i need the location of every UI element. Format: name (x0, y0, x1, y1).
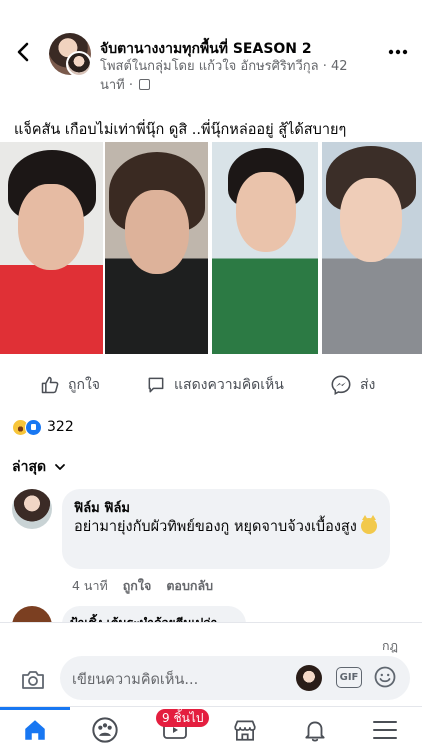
gif-button[interactable]: GIF (336, 667, 362, 688)
cat-emoji-icon (361, 515, 378, 534)
post-actions: ถูกใจ แสดงความคิดเห็น ส่ง (0, 370, 422, 400)
comment-placeholder: เขียนความคิดเห็น... (72, 672, 199, 688)
comment-reply-button[interactable]: ตอบกลับ (166, 576, 213, 596)
nav-marketplace[interactable] (210, 707, 280, 751)
like-reaction-icon (25, 418, 42, 436)
commenter-avatar[interactable] (12, 489, 52, 529)
nav-notifications[interactable] (280, 707, 350, 751)
post-meta: โพสต์ในกลุ่มโดย แก้วใจ อักษรศิริทวีกุล ·… (100, 59, 348, 93)
reaction-count: 322 (47, 419, 74, 435)
author-name[interactable]: แก้วใจ อักษรศิริทวีกุล (199, 59, 319, 74)
composer-corner-text: กฎ (382, 638, 398, 653)
comment-label: แสดงความคิดเห็น (174, 377, 284, 393)
bell-icon (305, 720, 325, 741)
post-photo[interactable] (0, 142, 103, 354)
like-button[interactable]: ถูกใจ (40, 370, 100, 400)
thumbs-up-icon (41, 376, 59, 394)
messenger-icon (331, 375, 351, 396)
notification-badge: 9 ชิ้นไป (156, 709, 210, 727)
privacy-icon (139, 79, 151, 90)
back-arrow-icon[interactable] (12, 40, 36, 64)
share-label: ส่ง (360, 377, 376, 393)
camera-icon[interactable] (20, 668, 46, 692)
nav-menu[interactable] (350, 707, 420, 751)
comment-sort-selector[interactable]: ล่าสุด (12, 456, 66, 478)
comment-time: 4 นาที (72, 578, 108, 593)
comment-button[interactable]: แสดงความคิดเห็น (146, 370, 284, 400)
post-photo[interactable] (322, 142, 422, 354)
menu-icon (373, 720, 397, 739)
comment-icon (148, 377, 164, 393)
post-photo[interactable] (105, 142, 208, 354)
author-avatar[interactable] (66, 51, 92, 77)
comment-like-button[interactable]: ถูกใจ (123, 576, 152, 596)
comment-body: อย่ามายุ่งกับผัวทิพย์ของกู หยุดจาบจ้วงเบ… (74, 519, 357, 535)
reaction-summary[interactable]: 322 (12, 417, 74, 437)
post-header: จับตานางงามทุกพื้นที่ SEASON 2 โพสต์ในกล… (0, 0, 422, 104)
nav-home[interactable] (0, 707, 70, 751)
chevron-down-icon (55, 464, 65, 470)
sort-label: ล่าสุด (12, 459, 47, 475)
meta-prefix: โพสต์ในกลุ่มโดย (100, 59, 195, 74)
comment-meta: 4 นาที ถูกใจ ตอบกลับ (72, 576, 213, 596)
like-label: ถูกใจ (68, 377, 100, 393)
avatar-sticker-icon[interactable] (296, 665, 322, 691)
share-button[interactable]: ส่ง (330, 370, 375, 400)
marketplace-icon (234, 719, 256, 741)
post-text: แจ็คสัน เกือบไม่เท่าพี่นุ๊ก ดูสิ ..พี่นุ… (14, 122, 347, 138)
more-dots-icon[interactable] (386, 40, 410, 64)
bottom-nav: 9 ชิ้นไป (0, 706, 422, 751)
groups-icon (92, 716, 118, 743)
home-icon (25, 719, 45, 740)
photo-grid[interactable] (0, 142, 422, 354)
comment-text: อย่ามายุ่งกับผัวทิพย์ของกู หยุดจาบจ้วงเบ… (74, 515, 384, 539)
comment-input[interactable]: เขียนความคิดเห็น... GIF (60, 656, 410, 700)
comment-composer: กฎ เขียนความคิดเห็น... GIF (0, 622, 422, 706)
commenter-name[interactable]: ฟิล์ม ฟิล์ม (74, 497, 130, 518)
emoji-icon[interactable] (373, 665, 397, 689)
post-photo[interactable] (212, 142, 318, 354)
nav-groups[interactable] (70, 707, 140, 751)
comment-bubble: ฟิล์ม ฟิล์ม อย่ามายุ่งกับผัวทิพย์ของกู ห… (62, 489, 390, 569)
